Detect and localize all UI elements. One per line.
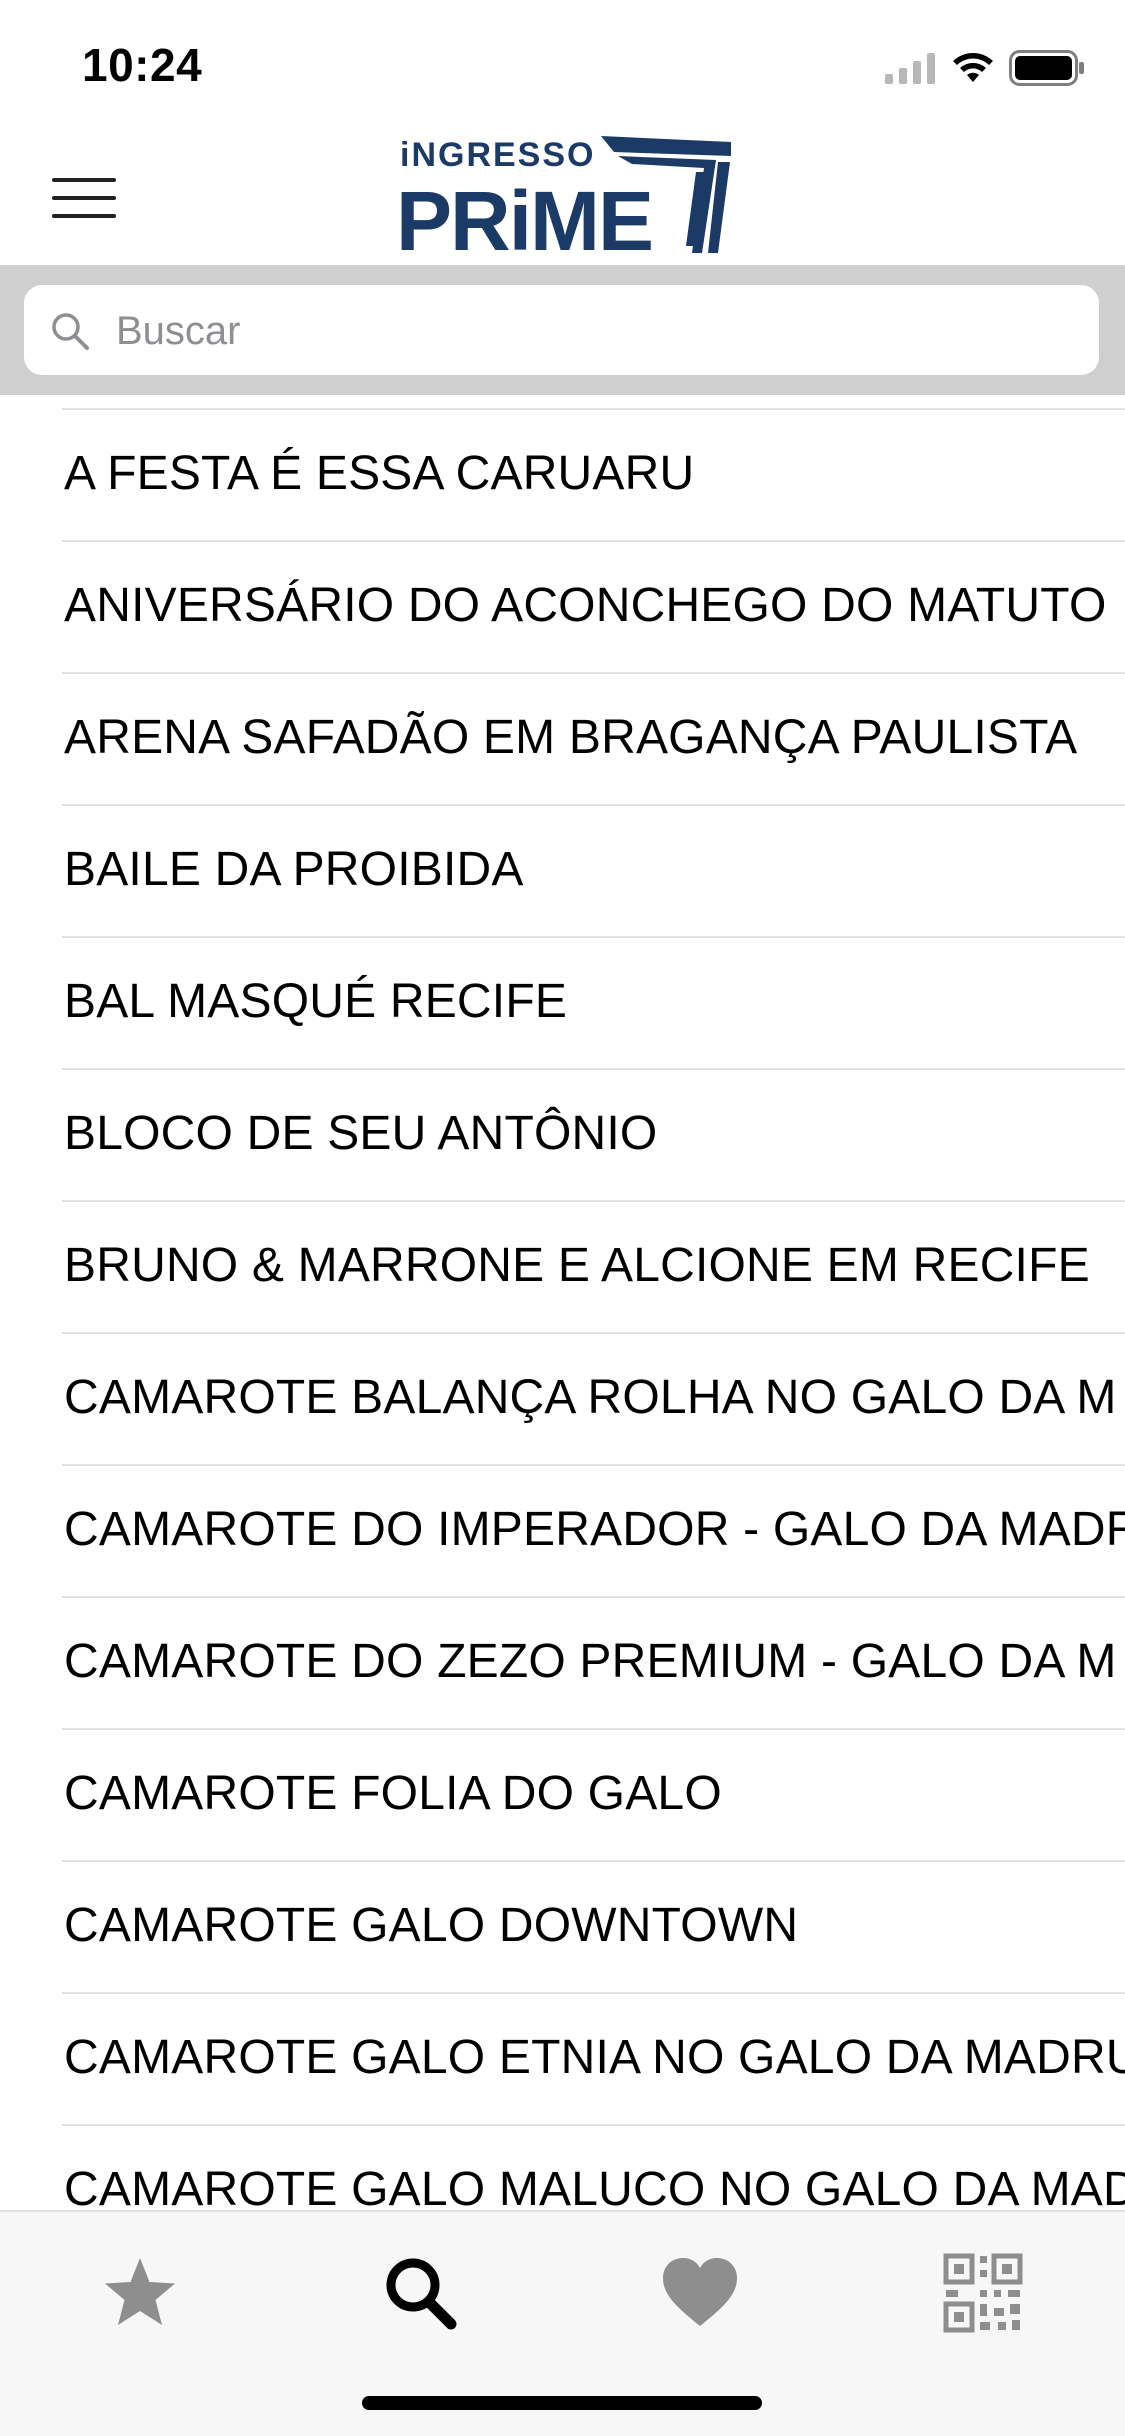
search-icon[interactable] xyxy=(375,2248,465,2338)
list-item[interactable]: CAMAROTE FOLIA DO GALO xyxy=(0,1730,1125,1862)
event-title: CAMAROTE FOLIA DO GALO xyxy=(64,1767,722,1820)
event-title: CAMAROTE DO IMPERADOR - GALO DA MADR xyxy=(64,1503,1125,1556)
star-icon[interactable] xyxy=(95,2248,185,2338)
event-title: CAMAROTE DO ZEZO PREMIUM - GALO DA M xyxy=(64,1635,1117,1688)
event-title: ARENA SAFADÃO EM BRAGANÇA PAULISTA xyxy=(64,711,1078,764)
list-item[interactable]: BAL MASQUÉ RECIFE xyxy=(0,938,1125,1070)
event-title: CAMAROTE GALO DOWNTOWN xyxy=(64,1899,799,1952)
search-icon xyxy=(52,313,89,350)
cellular-signal-icon xyxy=(885,53,935,84)
list-item[interactable]: ANIVERSÁRIO DO ACONCHEGO DO MATUTO xyxy=(0,542,1125,674)
hamburger-menu-icon[interactable] xyxy=(52,178,116,218)
app-header: iNGRESSO PRiME xyxy=(0,120,1125,265)
search-field[interactable] xyxy=(24,285,1099,377)
svg-text:iNGRESSO: iNGRESSO xyxy=(400,136,595,174)
list-item[interactable]: BAILE DA PROIBIDA xyxy=(0,806,1125,938)
list-item[interactable]: A FESTA É ESSA CARUARU xyxy=(0,410,1125,542)
svg-text:PRiME: PRiME xyxy=(396,174,652,258)
list-item[interactable]: ARENA SAFADÃO EM BRAGANÇA PAULISTA xyxy=(0,674,1125,806)
list-item[interactable]: CAMAROTE GALO MALUCO NO GALO DA MAD xyxy=(0,2126,1125,2210)
event-title: A FESTA É ESSA CARUARU xyxy=(64,447,695,500)
event-title: CAMAROTE GALO MALUCO NO GALO DA MAD xyxy=(64,2163,1125,2210)
search-bar xyxy=(0,265,1125,395)
event-title: BAL MASQUÉ RECIFE xyxy=(64,975,568,1028)
status-icons xyxy=(885,48,1085,88)
list-item[interactable]: CAMAROTE GALO ETNIA NO GALO DA MADRU xyxy=(0,1994,1125,2126)
event-title: BLOCO DE SEU ANTÔNIO xyxy=(64,1107,658,1160)
ingresso-prime-logo: iNGRESSO PRiME xyxy=(396,136,731,258)
search-input[interactable] xyxy=(114,285,1078,377)
list-item[interactable]: CAMAROTE DO ZEZO PREMIUM - GALO DA M xyxy=(0,1598,1125,1730)
list-item[interactable]: BRUNO & MARRONE E ALCIONE EM RECIFE xyxy=(0,1202,1125,1334)
list-item[interactable]: CAMAROTE BALANÇA ROLHA NO GALO DA M xyxy=(0,1334,1125,1466)
list-item[interactable]: CAMAROTE DO IMPERADOR - GALO DA MADR xyxy=(0,1466,1125,1598)
wifi-icon xyxy=(953,53,993,82)
battery-icon xyxy=(1009,50,1084,86)
home-indicator[interactable] xyxy=(362,2396,762,2410)
event-title: BAILE DA PROIBIDA xyxy=(64,843,524,896)
list-item[interactable]: BLOCO DE SEU ANTÔNIO xyxy=(0,1070,1125,1202)
qr-code-icon[interactable] xyxy=(938,2248,1028,2338)
event-title: BRUNO & MARRONE E ALCIONE EM RECIFE xyxy=(64,1239,1090,1292)
list-item[interactable]: CAMAROTE GALO DOWNTOWN xyxy=(0,1862,1125,1994)
status-bar: 10:24 xyxy=(0,0,1125,130)
event-title: CAMAROTE GALO ETNIA NO GALO DA MADRU xyxy=(64,2031,1125,2084)
event-title: CAMAROTE BALANÇA ROLHA NO GALO DA M xyxy=(64,1371,1117,1424)
status-time: 10:24 xyxy=(82,39,203,91)
event-title: ANIVERSÁRIO DO ACONCHEGO DO MATUTO xyxy=(64,579,1107,632)
event-list: A FESTA É ESSA CARUARU ANIVERSÁRIO DO AC… xyxy=(0,408,1125,2210)
heart-icon[interactable] xyxy=(655,2248,745,2338)
